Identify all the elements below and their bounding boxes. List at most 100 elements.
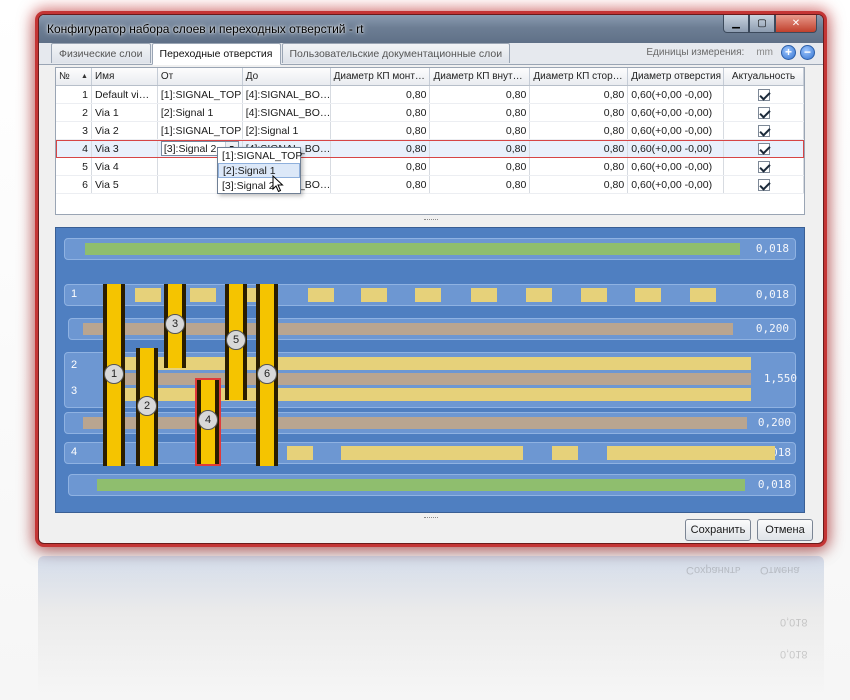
- copper-pad: [552, 446, 578, 460]
- layer-thickness: 1,550: [763, 372, 797, 385]
- header-hole-diameter[interactable]: Диаметр отверстия: [628, 68, 725, 85]
- checkbox-checked-icon[interactable]: [757, 124, 770, 137]
- reflection-thickness: 0,018: [780, 616, 808, 628]
- copper-pad: [471, 288, 497, 302]
- checkbox-checked-icon[interactable]: [757, 178, 770, 191]
- layer-stack-view: 0,018 1 0,018 0,200 2 3 1,550 0,200 4 0,…: [55, 227, 805, 513]
- minus-icon: −: [803, 45, 811, 59]
- reflection-cancel: Отмена: [760, 564, 800, 576]
- checkbox-checked-icon[interactable]: [757, 160, 770, 173]
- layer-thickness: 0,018: [755, 242, 789, 255]
- via-2[interactable]: 2: [136, 348, 158, 466]
- table-row[interactable]: 3 Via 2 [1]:SIGNAL_TOP [2]:Signal 1 0,80…: [56, 122, 804, 140]
- layer-fill: [85, 243, 740, 255]
- add-via-button[interactable]: +: [781, 45, 796, 60]
- mouse-cursor-icon: [272, 175, 284, 193]
- minimize-button[interactable]: ▁: [723, 15, 749, 33]
- header-pad-mount[interactable]: Диаметр КП монт…: [331, 68, 431, 85]
- layer-number: 1: [71, 288, 78, 300]
- tab-bar: Физические слои Переходные отверстия Пол…: [39, 43, 823, 65]
- layer-fill: [97, 479, 745, 491]
- copper-pad: [190, 288, 216, 302]
- checkbox-checked-icon[interactable]: [757, 88, 770, 101]
- reflection-save: Сохранить: [686, 564, 741, 576]
- header-from[interactable]: От: [158, 68, 243, 85]
- checkbox-checked-icon[interactable]: [757, 142, 770, 155]
- table-row[interactable]: 1 Default vi… [1]:SIGNAL_TOP [4]:SIGNAL_…: [56, 86, 804, 104]
- layer-band[interactable]: 0,018: [68, 474, 796, 496]
- window-title: Конфигуратор набора слоев и переходных о…: [47, 22, 364, 36]
- layer-thickness: 0,200: [757, 416, 791, 429]
- tab-vias[interactable]: Переходные отверстия: [151, 43, 281, 65]
- header-name[interactable]: Имя: [92, 68, 158, 85]
- layer-number: 3: [71, 385, 78, 397]
- signal-1-plane: [125, 357, 751, 370]
- units-value[interactable]: mm: [756, 47, 773, 58]
- via-number: 5: [226, 330, 246, 350]
- title-bar[interactable]: Конфигуратор набора слоев и переходных о…: [39, 15, 823, 43]
- via-4[interactable]: 4: [195, 378, 221, 466]
- dropdown-option[interactable]: [3]:Signal 2: [218, 178, 300, 193]
- sort-asc-icon: ▲: [81, 73, 88, 80]
- table-row[interactable]: 2 Via 1 [2]:Signal 1 [4]:SIGNAL_BO… 0,80…: [56, 104, 804, 122]
- units-section: Единицы измерения: mm + −: [646, 45, 815, 60]
- close-button[interactable]: ✕: [775, 15, 817, 33]
- splitter-handle[interactable]: [39, 217, 823, 223]
- copper-pad: [361, 288, 387, 302]
- copper-pad: [690, 288, 716, 302]
- via-1[interactable]: 1: [103, 284, 125, 466]
- via-number: 4: [198, 410, 218, 430]
- layer-number: 4: [71, 446, 78, 458]
- checkbox-checked-icon[interactable]: [757, 106, 770, 119]
- layer-number: 2: [71, 359, 78, 371]
- remove-via-button[interactable]: −: [800, 45, 815, 60]
- copper-pad: [635, 288, 661, 302]
- via-3[interactable]: 3: [164, 284, 186, 368]
- via-number: 2: [137, 396, 157, 416]
- maximize-button[interactable]: ▢: [749, 15, 775, 33]
- table-row[interactable]: 5 Via 4 [3]:Signal 2 0,80 0,80 0,80 0,60…: [56, 158, 804, 176]
- dropdown-option[interactable]: [1]:SIGNAL_TOP: [218, 148, 302, 163]
- header-actual[interactable]: Актуальность: [724, 68, 804, 85]
- close-icon: ✕: [791, 18, 801, 29]
- copper-pad: [287, 446, 313, 460]
- cancel-button[interactable]: Отмена: [757, 519, 813, 541]
- layer-band[interactable]: 0,200: [64, 412, 796, 434]
- copper-pad: [135, 288, 161, 302]
- header-pad-inner[interactable]: Диаметр КП внут…: [430, 68, 531, 85]
- via-number: 1: [104, 364, 124, 384]
- table-row-selected[interactable]: 4 Via 3 [3]:Signal 2 ▼ [4]:SIGNAL_BO… 0,…: [56, 140, 804, 158]
- layer-thickness: 0,018: [755, 288, 789, 301]
- header-pad-side[interactable]: Диаметр КП стор…: [530, 68, 629, 85]
- via-6[interactable]: 6: [256, 284, 278, 466]
- copper-pad: [581, 288, 607, 302]
- header-num[interactable]: № ▲: [56, 68, 92, 85]
- copper-pad: [415, 288, 441, 302]
- layer-thickness: 0,200: [755, 322, 789, 335]
- via-number: 6: [257, 364, 277, 384]
- units-label: Единицы измерения:: [646, 47, 745, 58]
- tab-physical-layers[interactable]: Физические слои: [51, 43, 151, 63]
- copper-pad: [308, 288, 334, 302]
- maximize-icon: ▢: [757, 18, 767, 29]
- minimize-icon: ▁: [732, 18, 740, 29]
- via-number: 3: [165, 314, 185, 334]
- vias-table: № ▲ Имя От До Диаметр КП монт… Диаметр КП…: [55, 67, 805, 215]
- table-row[interactable]: 6 Via 5 [4]:SIGNAL_BO… 0,80 0,80 0,80 0,…: [56, 176, 804, 194]
- window-reflection: Сохранить Отмена 0,018 0,018: [38, 556, 824, 696]
- table-header: № ▲ Имя От До Диаметр КП монт… Диаметр КП…: [56, 68, 804, 86]
- header-to[interactable]: До: [243, 68, 331, 85]
- copper-pad: [607, 446, 775, 460]
- layer-band[interactable]: 0,018: [64, 238, 796, 260]
- from-layer-dropdown: [1]:SIGNAL_TOP [2]:Signal 1 [3]:Signal 2: [217, 147, 302, 194]
- layer-stack-dialog: Конфигуратор набора слоев и переходных о…: [38, 14, 824, 544]
- save-button[interactable]: Сохранить: [685, 519, 751, 541]
- reflection-thickness: 0,018: [780, 648, 808, 660]
- layer-fill: [83, 417, 747, 429]
- copper-pad: [341, 446, 523, 460]
- via-5[interactable]: 5: [225, 284, 247, 400]
- layer-thickness: 0,018: [757, 478, 791, 491]
- tab-user-doc-layers[interactable]: Пользовательские документационные слои: [281, 43, 511, 63]
- copper-pad: [526, 288, 552, 302]
- dropdown-option[interactable]: [2]:Signal 1: [218, 163, 300, 178]
